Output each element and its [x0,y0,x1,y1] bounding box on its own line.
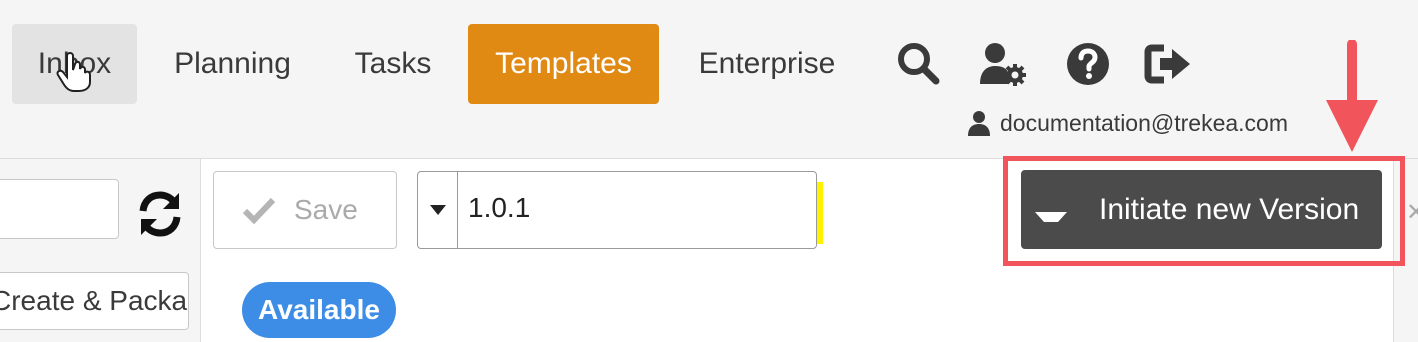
current-user: documentation@trekea.com [968,108,1288,138]
help-icon[interactable] [1064,40,1112,88]
top-navigation-bar: Inbox Planning Tasks Templates Enterpris… [0,0,1418,159]
left-panel: Create & Package [0,159,201,342]
hand-cursor-icon [56,52,91,92]
initiate-new-version-button[interactable]: Initiate new Version [1021,170,1382,249]
nav-tab-enterprise[interactable]: Enterprise [678,24,856,104]
save-button[interactable]: Save [213,171,397,249]
status-badge: Available [242,282,396,338]
user-icon [968,111,990,136]
user-email: documentation@trekea.com [1000,109,1288,136]
nav-tab-planning[interactable]: Planning [150,24,315,104]
user-settings-icon[interactable] [978,40,1026,88]
create-package-button[interactable]: Create & Package [0,272,189,330]
version-value: 1.0.1 [468,192,531,223]
nav-tab-templates[interactable]: Templates [468,24,659,104]
version-select-toggle[interactable] [418,172,458,248]
annotation-arrow-icon [1326,40,1378,152]
checkmark-icon [242,197,276,224]
template-search-input[interactable] [0,179,119,239]
nav-tab-tasks[interactable]: Tasks [338,24,448,104]
logout-icon[interactable] [1144,40,1192,88]
search-icon[interactable] [894,40,942,88]
refresh-icon[interactable] [135,189,185,239]
caret-down-icon [430,205,446,215]
close-icon[interactable]: ✕ [1406,198,1418,227]
initiate-label: Initiate new Version [1099,192,1360,226]
caret-down-icon [1035,211,1067,222]
save-label: Save [294,194,358,225]
